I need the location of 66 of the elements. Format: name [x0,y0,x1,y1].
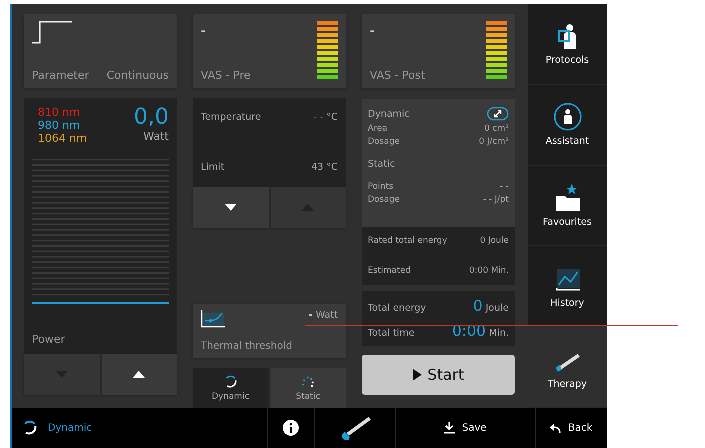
step-waveform-icon [32,20,72,46]
back-arrow-icon [550,424,562,432]
parameter-card[interactable]: Parameter Continuous [24,14,177,88]
vas-scale-drawing [317,21,338,81]
temperature-label: Limit [201,162,225,173]
power-value: 0,0 [134,106,169,130]
mode-tab[interactable]: Static [270,368,346,408]
vas-label: VAS - Pre [201,69,252,82]
info-icon [283,420,299,436]
thermal-threshold-card[interactable]: - Watt Thermal threshold [193,304,346,358]
parameter-label: Parameter [32,69,90,82]
temperature-unit: °C [326,112,338,123]
mode-tab[interactable]: Dynamic [193,368,268,408]
field-value: - - J/pt [483,194,509,207]
power-unit: Watt [142,130,169,143]
increase-button[interactable] [102,354,177,395]
field-label: Total time [368,328,415,339]
person-circle-icon [552,102,582,132]
decrease-button[interactable] [193,187,268,228]
field-value: 0 Joule [480,236,509,246]
section-title: Dynamic [368,108,410,120]
wavelength-label: 980 nm [38,119,82,132]
vas-value: - [201,24,207,38]
down-arrow-icon [224,204,237,211]
up-arrow-icon [133,371,146,378]
threshold-value: - [308,310,313,321]
expand-icon[interactable] [487,107,509,121]
start-button[interactable]: Start [362,355,515,395]
field-label: Dosage [368,194,400,207]
temperature-unit: °C [326,162,338,173]
power-label: Power [32,333,66,346]
section-title: Static [368,158,396,170]
vas-card[interactable]: - VAS - Post [362,14,515,88]
spinner-icon [224,374,238,388]
field-value: 0:00 Min. [469,266,509,276]
thermal-threshold-label: Thermal threshold [201,341,294,352]
wavelength-label: 1064 nm [38,132,88,145]
total-unit: Joule [486,303,509,314]
field-label: Dosage [368,136,400,149]
sidebar-item[interactable]: Therapy [528,327,607,408]
temperature-value: - - [314,112,324,123]
threshold-curve-icon [201,310,225,328]
total-value: 0 [473,297,483,315]
vas-value: - [370,24,376,38]
field-value: 0 cm² [484,123,509,136]
mode-status: Dynamic [48,422,92,434]
spinner-icon [22,420,38,436]
download-icon [444,422,456,434]
vas-label: VAS - Post [370,69,426,82]
threshold-unit: Watt [316,310,338,321]
total-unit: Min. [489,328,509,339]
field-label: Points [368,181,394,194]
temperature-label: Temperature [201,112,262,123]
field-value: - - [500,181,509,194]
field-label: Estimated [368,266,411,276]
vas-card[interactable]: - VAS - Pre [193,14,346,88]
play-icon [412,369,422,381]
wavelength-label: 810 nm [38,106,82,119]
vas-scale-drawing [486,21,507,81]
dotted-arc-icon [301,374,316,388]
field-label: Rated total energy [368,236,448,246]
mode-label: Continuous [106,69,169,82]
field-label: Area [368,123,388,136]
temperature-value: 43 [311,162,324,173]
field-value: 0 J/cm² [479,136,509,149]
field-label: Total energy [368,303,426,314]
